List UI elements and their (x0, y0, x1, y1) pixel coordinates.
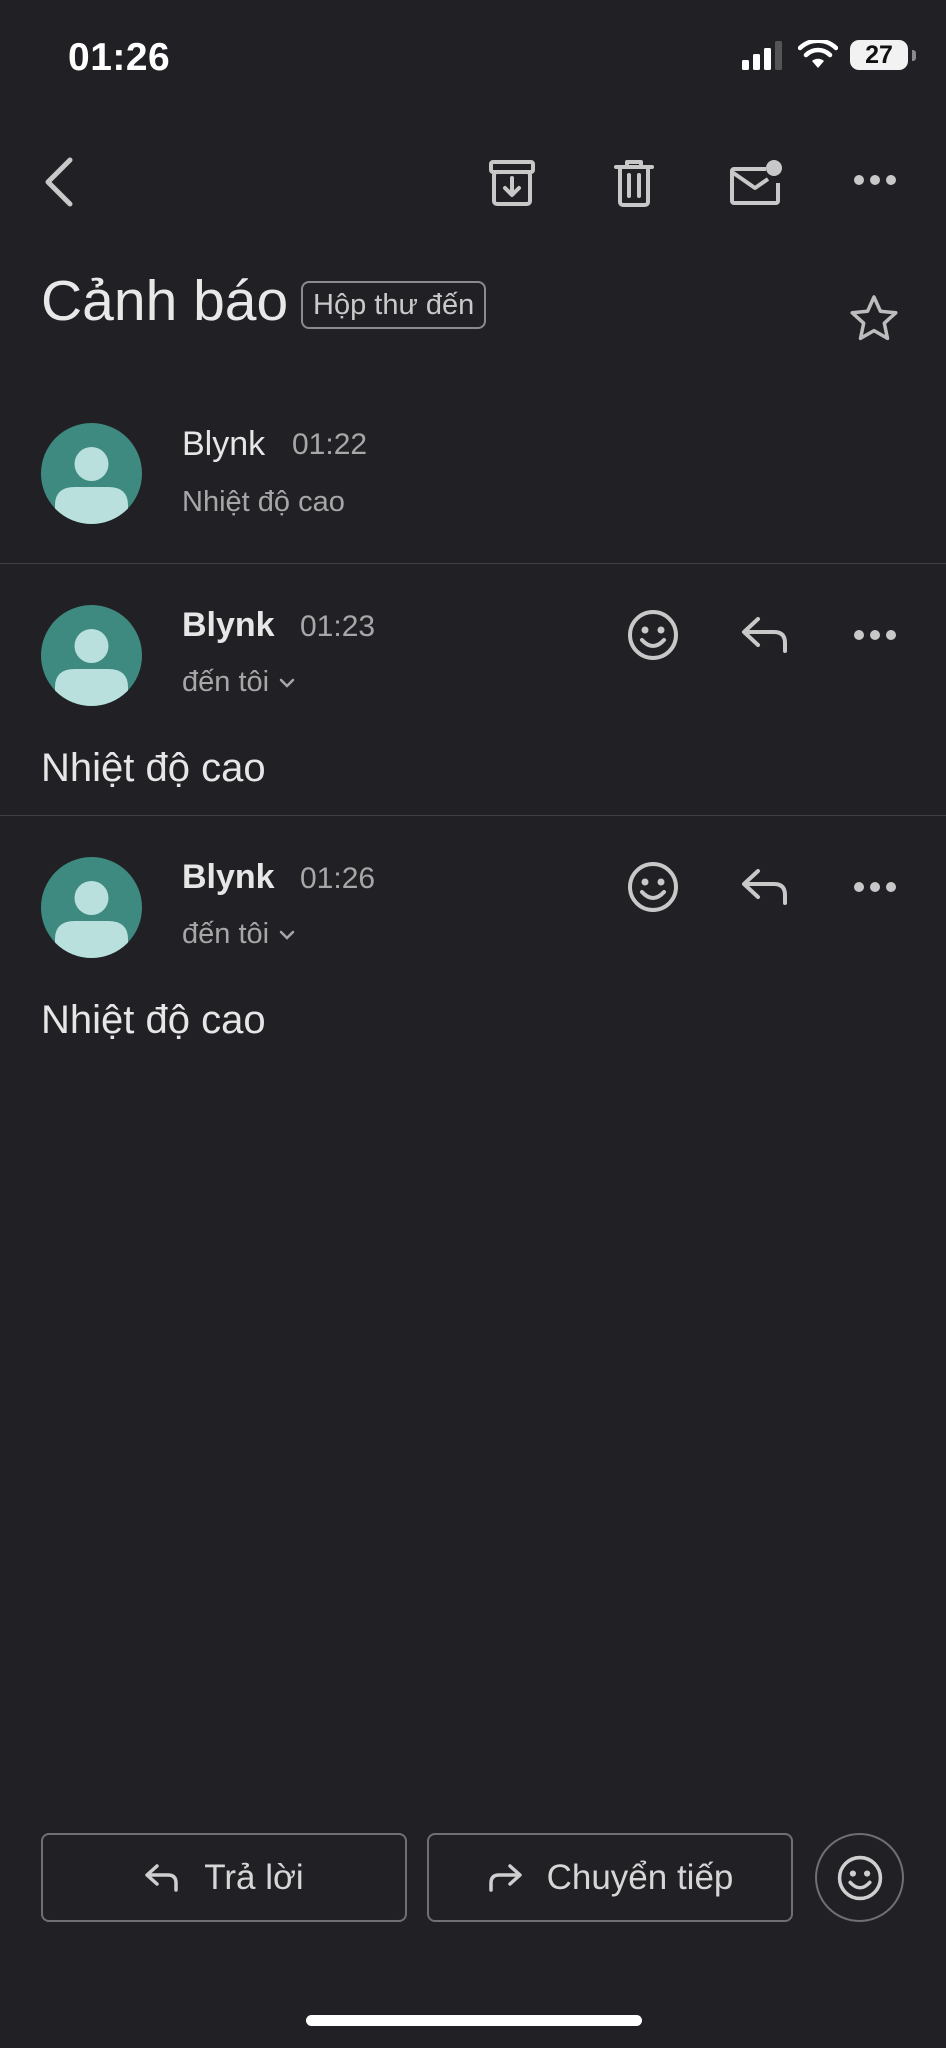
cellular-signal-icon (742, 41, 782, 70)
collapsed-message[interactable] (0, 400, 946, 562)
reply-action-label: Trả lời (204, 1857, 304, 1897)
archive-button[interactable] (484, 155, 540, 211)
reply-button[interactable] (736, 610, 794, 660)
avatar-person-icon (55, 881, 128, 958)
reply-button[interactable] (736, 862, 794, 912)
sender-name: Blynk (182, 425, 266, 463)
delete-button[interactable] (606, 155, 662, 211)
recipient-toggle[interactable]: đến tôi (182, 918, 295, 951)
avatar-person-icon (55, 447, 128, 524)
archive-icon (489, 160, 535, 206)
avatar (41, 605, 142, 706)
delete-icon (614, 160, 654, 207)
recipient-toggle[interactable]: đến tôi (182, 666, 295, 699)
more-options-button[interactable] (848, 160, 902, 200)
message-divider (0, 815, 946, 816)
avatar-person-icon (55, 629, 128, 706)
react-emoji-button[interactable] (624, 858, 682, 916)
mark-unread-icon (730, 160, 782, 205)
message-divider (0, 563, 946, 564)
recipient-label: đến tôi (182, 918, 270, 950)
home-indicator[interactable] (306, 2015, 642, 2026)
battery-level: 27 (865, 40, 893, 69)
chevron-down-icon (279, 930, 295, 940)
wifi-icon (798, 40, 838, 68)
message-body: Nhiệt độ cao (41, 998, 266, 1042)
email-subject: Cảnh báo (41, 269, 289, 333)
star-icon (850, 295, 898, 341)
mark-unread-button[interactable] (726, 152, 786, 212)
more-horizontal-icon (854, 882, 896, 892)
status-time: 01:26 (68, 36, 171, 79)
emoji-reaction-button[interactable] (815, 1833, 904, 1922)
sender-name: Blynk (182, 858, 275, 896)
reply-icon (742, 617, 787, 653)
forward-icon (488, 1863, 522, 1892)
reply-action-button[interactable]: Trả lời (41, 1833, 407, 1922)
back-button[interactable] (34, 152, 84, 212)
smiley-icon (628, 862, 678, 912)
avatar (41, 423, 142, 524)
smiley-icon (837, 1855, 882, 1900)
message-time: 01:26 (300, 862, 376, 895)
reply-icon (145, 1863, 179, 1892)
battery-indicator: 27 (850, 40, 916, 70)
message-more-button[interactable] (848, 615, 902, 655)
sender-name: Blynk (182, 606, 275, 644)
reply-icon (742, 869, 787, 905)
avatar (41, 857, 142, 958)
react-emoji-button[interactable] (624, 606, 682, 664)
forward-action-label: Chuyển tiếp (546, 1857, 734, 1897)
message-time: 01:22 (292, 428, 368, 461)
inbox-label-chip[interactable]: Hộp thư đến (301, 281, 487, 329)
message-snippet: Nhiệt độ cao (182, 486, 345, 518)
forward-action-button[interactable]: Chuyển tiếp (427, 1833, 793, 1922)
smiley-icon (628, 610, 678, 660)
recipient-label: đến tôi (182, 666, 270, 698)
star-button[interactable] (846, 290, 902, 346)
message-body: Nhiệt độ cao (41, 746, 266, 790)
more-horizontal-icon (854, 175, 896, 185)
message-time: 01:23 (300, 610, 376, 643)
message-more-button[interactable] (848, 867, 902, 907)
chevron-down-icon (279, 678, 295, 688)
back-icon (45, 157, 73, 207)
status-icons: 27 (742, 40, 916, 70)
more-horizontal-icon (854, 630, 896, 640)
